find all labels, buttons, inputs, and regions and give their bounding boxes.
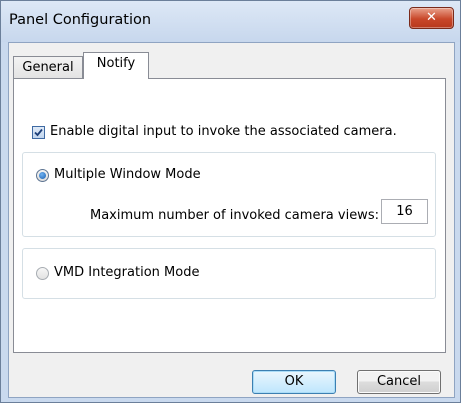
enable-digital-input-checkbox[interactable] (32, 126, 45, 139)
max-views-input[interactable]: 16 (381, 199, 428, 224)
close-button[interactable]: ✕ (409, 7, 454, 29)
close-icon: ✕ (426, 10, 437, 25)
max-views-label: Maximum number of invoked camera views: (90, 208, 379, 223)
vmd-integration-radio[interactable] (36, 267, 49, 280)
title-bar[interactable]: Panel Configuration ✕ (1, 1, 460, 42)
ok-button[interactable]: OK (252, 370, 336, 394)
tab-general[interactable]: General (13, 56, 83, 78)
vmd-integration-label: VMD Integration Mode (54, 265, 200, 280)
dialog-client-area: General Notify Enable digital input to i… (8, 42, 455, 398)
checkmark-icon (34, 128, 43, 137)
tab-notify[interactable]: Notify (83, 52, 149, 79)
notify-tab-page: Enable digital input to invoke the assoc… (13, 78, 446, 353)
radio-selected-dot (39, 172, 46, 179)
vmd-integration-group: VMD Integration Mode (22, 248, 436, 299)
window-title: Panel Configuration (9, 12, 152, 28)
multiple-window-radio[interactable] (36, 169, 49, 182)
multiple-window-label: Multiple Window Mode (54, 167, 201, 182)
cancel-button[interactable]: Cancel (357, 370, 441, 394)
multiple-window-group: Multiple Window Mode Maximum number of i… (22, 152, 436, 237)
panel-configuration-dialog: Panel Configuration ✕ General Notify Ena… (0, 0, 461, 403)
enable-digital-input-label: Enable digital input to invoke the assoc… (50, 124, 397, 139)
